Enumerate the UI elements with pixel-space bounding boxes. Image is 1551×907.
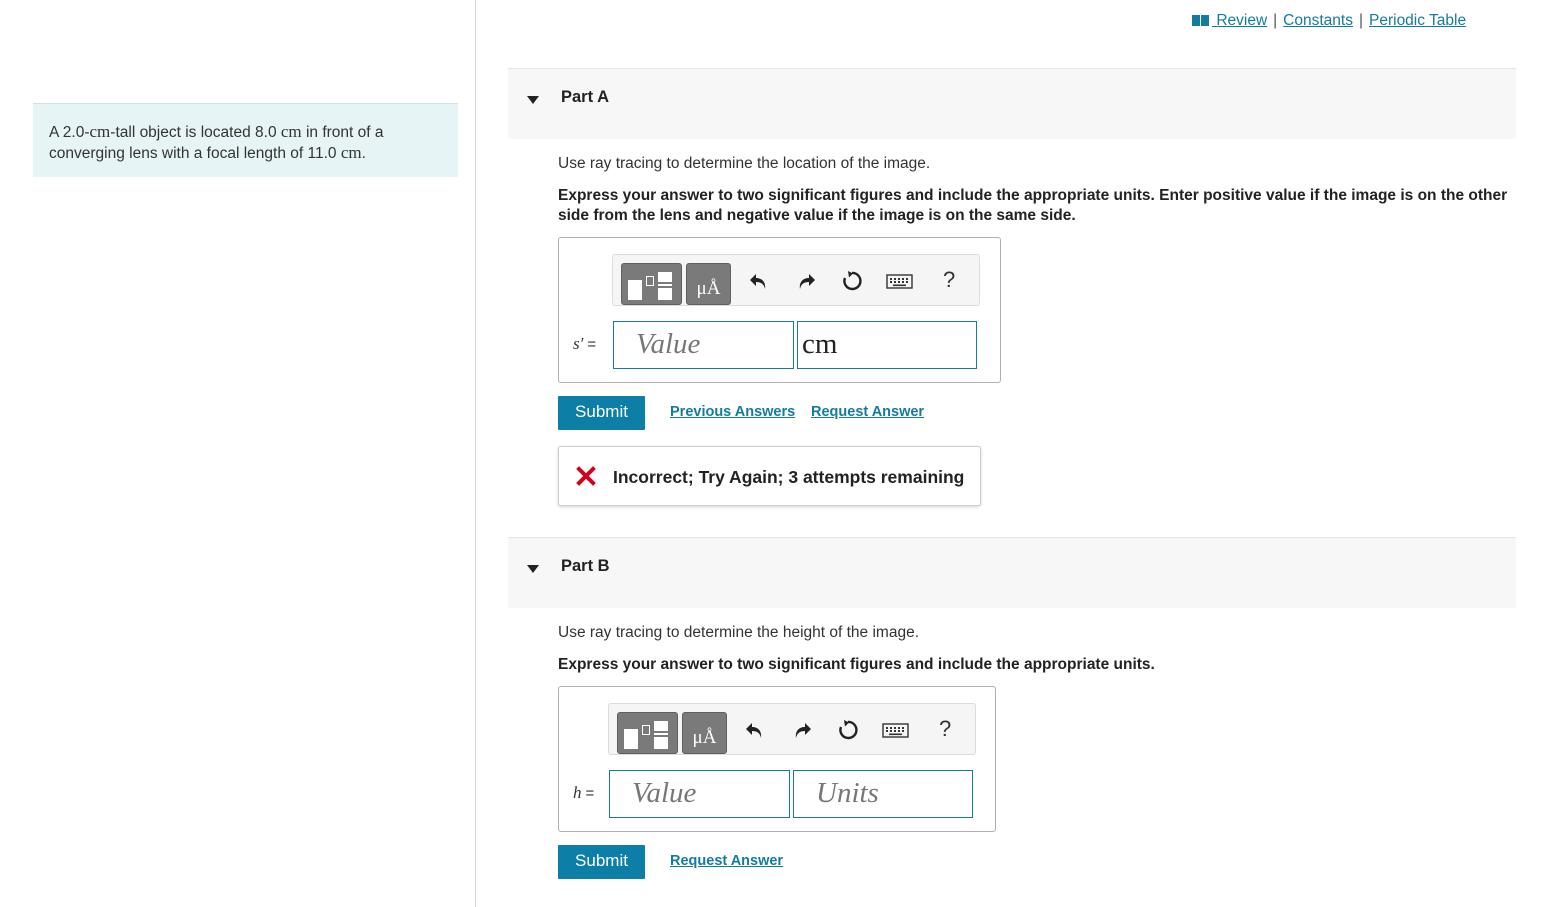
submit-button[interactable]: Submit	[558, 845, 645, 879]
resource-links: Review | Constants | Periodic Table	[1192, 12, 1466, 30]
problem-text-1: A 2.0-	[49, 124, 90, 141]
variable-symbol: s′	[573, 334, 584, 353]
equals-sign: =	[585, 785, 595, 802]
units-icon: μÅ	[696, 278, 721, 299]
units-button[interactable]: μÅ	[686, 263, 731, 305]
problem-unit-3: cm	[340, 143, 362, 162]
part-b-title: Part B	[561, 557, 610, 575]
math-toolbar: μÅ ?	[612, 254, 980, 306]
problem-text-4: .	[361, 145, 366, 162]
link-separator: |	[1358, 12, 1363, 29]
review-link[interactable]: Review	[1192, 12, 1267, 29]
periodic-table-link[interactable]: Periodic Table	[1369, 12, 1466, 29]
templates-icon	[628, 272, 676, 300]
undo-icon[interactable]	[747, 269, 771, 293]
request-answer-link[interactable]: Request Answer	[670, 853, 783, 869]
collapse-triangle-icon[interactable]	[527, 96, 539, 104]
previous-answers-link[interactable]: Previous Answers	[670, 404, 795, 420]
part-b-instruction: Express your answer to two significant f…	[558, 656, 1155, 673]
part-a-answer-box: μÅ ? s′ = Value cm	[558, 237, 1001, 383]
units-button[interactable]: μÅ	[682, 712, 727, 754]
collapse-triangle-icon[interactable]	[527, 565, 539, 573]
variable-label: s′ =	[573, 334, 596, 354]
help-icon[interactable]: ?	[939, 716, 951, 742]
value-input[interactable]: Value	[609, 770, 790, 818]
feedback-message: Incorrect; Try Again; 3 attempts remaini…	[558, 446, 981, 506]
units-input[interactable]: cm	[797, 321, 977, 369]
part-a-title: Part A	[561, 88, 609, 106]
request-answer-link[interactable]: Request Answer	[811, 404, 924, 420]
units-icon: μÅ	[692, 727, 717, 748]
equals-sign: =	[587, 336, 597, 353]
redo-icon[interactable]	[794, 269, 818, 293]
templates-icon	[624, 721, 672, 749]
variable-label: h =	[573, 783, 594, 803]
submit-button[interactable]: Submit	[558, 396, 645, 430]
variable-symbol: h	[573, 783, 582, 802]
problem-unit-1: cm	[89, 122, 111, 141]
part-a-prompt: Use ray tracing to determine the locatio…	[558, 155, 931, 172]
link-separator: |	[1273, 12, 1278, 29]
math-toolbar: μÅ ?	[608, 703, 976, 755]
constants-link[interactable]: Constants	[1283, 12, 1353, 29]
problem-unit-2: cm	[280, 122, 302, 141]
incorrect-x-icon	[576, 466, 596, 486]
part-b-answer-box: μÅ ? h = Value Units	[558, 686, 996, 832]
problem-statement: A 2.0-cm-tall object is located 8.0 cm i…	[33, 103, 458, 177]
left-pane: A 2.0-cm-tall object is located 8.0 cm i…	[0, 0, 476, 907]
part-a-header[interactable]: Part A	[508, 68, 1516, 139]
part-b-header[interactable]: Part B	[508, 537, 1516, 608]
problem-text-2: -tall object is located 8.0	[110, 124, 281, 141]
templates-button[interactable]	[617, 712, 678, 754]
undo-icon[interactable]	[743, 718, 767, 742]
part-b-prompt: Use ray tracing to determine the height …	[558, 624, 920, 641]
value-input[interactable]: Value	[613, 321, 794, 369]
review-link-label: Review	[1216, 12, 1268, 29]
feedback-text: Incorrect; Try Again; 3 attempts remaini…	[613, 467, 965, 487]
book-icon	[1192, 15, 1209, 26]
units-input[interactable]: Units	[793, 770, 973, 818]
part-a-instruction: Express your answer to two significant f…	[558, 187, 1508, 224]
reset-icon[interactable]	[840, 269, 864, 293]
reset-icon[interactable]	[836, 718, 860, 742]
redo-icon[interactable]	[790, 718, 814, 742]
keyboard-icon[interactable]	[886, 269, 913, 293]
help-icon[interactable]: ?	[943, 267, 955, 293]
keyboard-icon[interactable]	[882, 718, 909, 742]
templates-button[interactable]	[621, 263, 682, 305]
